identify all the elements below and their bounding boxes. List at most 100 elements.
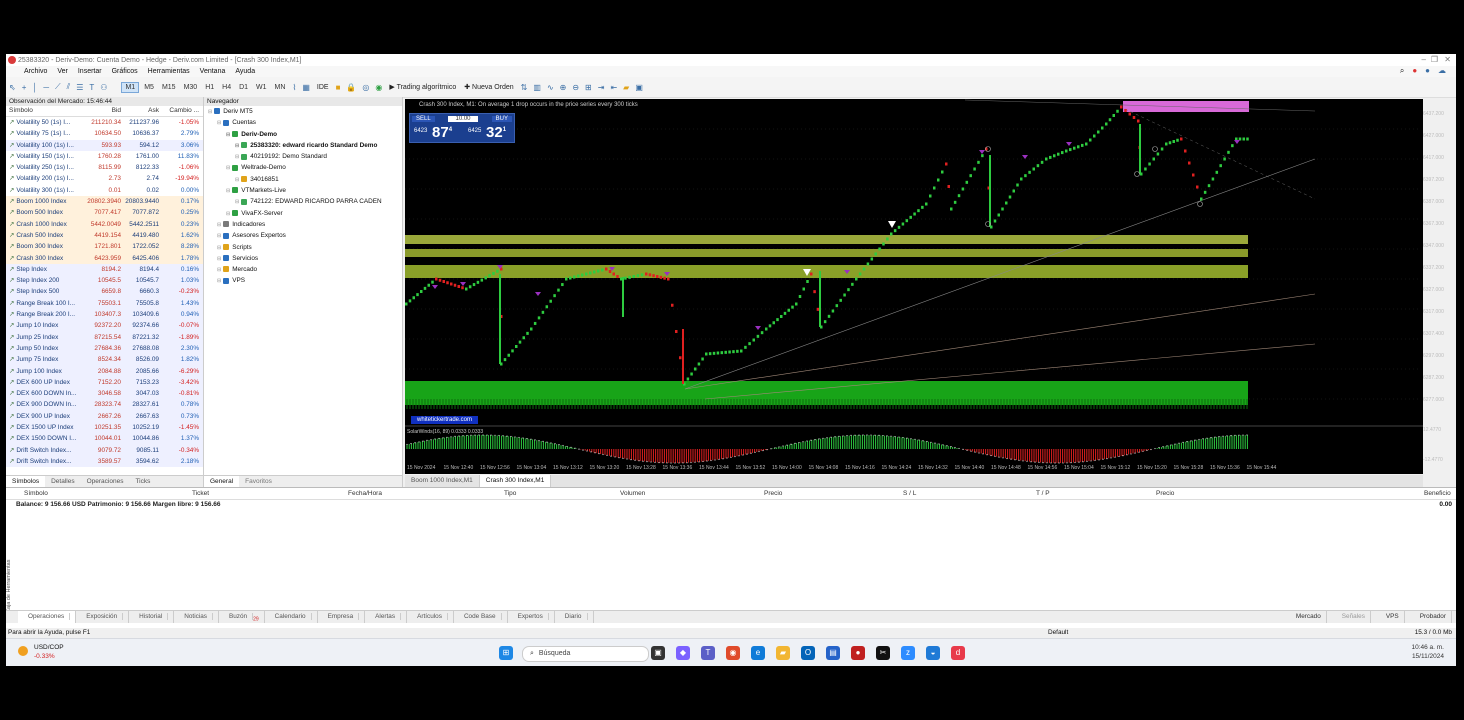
terminal-tab-6[interactable]: Empresa — [318, 611, 366, 623]
menu-item-4[interactable]: Herramientas — [148, 68, 190, 75]
tree-toggle-icon[interactable]: ⊟ — [226, 188, 230, 194]
navigator-tab-0[interactable]: General — [204, 476, 240, 487]
price-chart[interactable]: Crash 300 Index, M1: On average 1 drop o… — [405, 99, 1444, 474]
buy-button[interactable]: BUY — [491, 116, 512, 122]
minimize-icon[interactable]: – — [1422, 55, 1426, 64]
tree-toggle-icon[interactable]: ⊟ — [235, 199, 239, 205]
market-row[interactable]: ↗ Volatility 150 (1s) I... 1760.28 1761.00 1… — [6, 150, 203, 163]
store-icon[interactable]: ▤ — [826, 646, 840, 660]
chrome-icon[interactable]: ◉ — [726, 646, 740, 660]
tree-toggle-icon[interactable]: ⊟ — [217, 256, 221, 262]
navigator-item[interactable]: ⊟ Servicios — [204, 253, 402, 264]
algo-trading-button[interactable]: ▶ Trading algorítmico — [389, 83, 456, 91]
file-explorer-icon[interactable]: ▰ — [776, 646, 790, 660]
menu-item-2[interactable]: Insertar — [78, 68, 102, 75]
tree-toggle-icon[interactable]: ⊟ — [217, 120, 221, 126]
navigator-item[interactable]: ⊟ VTMarkets-Live — [204, 185, 402, 196]
menu-item-5[interactable]: Ventana — [200, 68, 226, 75]
cloud-icon[interactable]: ☁ — [1438, 66, 1446, 76]
tree-toggle-icon[interactable]: ⊟ — [226, 211, 230, 217]
market-watch-tab-1[interactable]: Detalles — [45, 476, 80, 487]
tree-toggle-icon[interactable]: ⊟ — [226, 132, 230, 138]
start-icon[interactable]: ⊞ — [499, 646, 513, 660]
copilot-icon[interactable]: ◆ — [676, 646, 690, 660]
mt5-taskbar-icon[interactable]: ◒ — [926, 646, 940, 660]
zoom-out-icon[interactable]: ⊖ — [572, 83, 579, 92]
navigator-item[interactable]: ⊟ VivaFX-Server — [204, 208, 402, 219]
terminal-tab-7[interactable]: Alertas — [365, 611, 408, 623]
market-row[interactable]: ↗ Boom 300 Index 1721.801 1722.052 8.28% — [6, 241, 203, 253]
menu-item-0[interactable]: Archivo — [24, 68, 47, 75]
tree-toggle-icon[interactable]: ⊟ — [235, 154, 239, 160]
navigator-item[interactable]: ⊟ 34016851 — [204, 174, 402, 185]
timeframe-h1[interactable]: H1 — [202, 83, 217, 92]
navigator-item[interactable]: ⊟ Asesores Expertos — [204, 230, 402, 241]
lock-icon[interactable]: 🔒 — [346, 83, 356, 92]
tree-toggle-icon[interactable]: ⊟ — [217, 278, 221, 284]
timeframe-m1[interactable]: M1 — [121, 81, 140, 93]
market-row[interactable]: ↗ Volatility 75 (1s) I... 10634.50 10636.37… — [6, 128, 203, 140]
navigator-item[interactable]: ⊟ 25383320: edward ricardo Standard Demo — [204, 140, 402, 151]
trade-col-9[interactable]: Beneficio — [1424, 488, 1451, 499]
market-row[interactable]: ↗ Boom 1000 Index 20802.3940 20803.9440 0.17… — [6, 196, 203, 208]
trade-col-4[interactable]: Volumen — [620, 488, 645, 499]
market-row[interactable]: ↗ Jump 100 Index 2084.88 2085.66 -6.29% — [6, 365, 203, 377]
menu-item-6[interactable]: Ayuda — [235, 68, 255, 75]
tree-toggle-icon[interactable]: ⊟ — [235, 143, 239, 149]
navigator-item[interactable]: ⊟ Indicadores — [204, 219, 402, 230]
navigator-item[interactable]: ⊟ Weltrade-Demo — [204, 162, 402, 173]
timeframe-m15[interactable]: M15 — [159, 83, 179, 92]
market-row[interactable]: ↗ Crash 300 Index 6423.959 6425.406 1.78% — [6, 252, 203, 264]
market-row[interactable]: ↗ Jump 50 Index 27684.36 27688.08 2.30% — [6, 342, 203, 355]
timeframe-m30[interactable]: M30 — [181, 83, 201, 92]
tree-toggle-icon[interactable]: ⊟ — [217, 267, 221, 273]
market-row[interactable]: ↗ DEX 1500 UP Index 10251.35 10252.19 -1.45% — [6, 422, 203, 434]
col-symbol[interactable]: Símbolo — [6, 106, 83, 116]
market-row[interactable]: ↗ Boom 500 Index 7077.417 7077.872 0.25% — [6, 207, 203, 219]
terminal-tab-2[interactable]: Historial — [129, 611, 175, 623]
market-watch-tab-2[interactable]: Operaciones — [81, 476, 130, 487]
tree-toggle-icon[interactable]: ⊟ — [235, 177, 239, 183]
depth-icon[interactable]: ⇅ — [521, 83, 528, 92]
terminal-tab-10[interactable]: Expertos — [508, 611, 555, 623]
app-pink-icon[interactable]: d — [951, 646, 965, 660]
trend-line-icon[interactable]: ⟋ — [55, 82, 61, 92]
fibonacci-icon[interactable]: ☰ — [76, 83, 83, 92]
trade-col-1[interactable]: Ticket — [192, 488, 209, 499]
outlook-icon[interactable]: O — [801, 646, 815, 660]
navigator-item[interactable]: ⊟ Cuentas — [204, 117, 402, 128]
market-row[interactable]: ↗ Jump 10 Index 92372.20 92374.66 -0.07% — [6, 320, 203, 332]
trade-col-7[interactable]: T / P — [1036, 488, 1050, 499]
market-row[interactable]: ↗ Drift Switch Index... 9079.72 9085.11 -0.3… — [6, 444, 203, 456]
globe-icon[interactable]: ◉ — [375, 83, 382, 92]
account-icon[interactable]: ● — [1425, 66, 1430, 76]
chart-type-icon[interactable]: ⌇ — [292, 83, 296, 92]
trade-col-5[interactable]: Precio — [764, 488, 782, 499]
market-row[interactable]: ↗ Volatility 50 (1s) I... 211210.34 211237.… — [6, 117, 203, 129]
horizontal-line-icon[interactable]: ─ — [43, 83, 49, 92]
timeframe-d1[interactable]: D1 — [236, 83, 251, 92]
taskbar-clock[interactable]: 10:46 a. m. 15/11/2024 — [1411, 643, 1444, 661]
cursor-icon[interactable]: ⇖ — [9, 83, 16, 92]
templates-icon[interactable]: ▦ — [302, 83, 310, 92]
navigator-item[interactable]: ⊟ 40219192: Demo Standard — [204, 151, 402, 162]
market-row[interactable]: ↗ Volatility 200 (1s) I... 2.73 2.74 -19.94% — [6, 173, 203, 185]
market-row[interactable]: ↗ Crash 500 Index 4419.154 4419.480 1.62% — [6, 229, 203, 242]
notification-icon[interactable]: ● — [1412, 66, 1417, 76]
app-red-icon[interactable]: ● — [851, 646, 865, 660]
new-order-button[interactable]: ✚ Nueva Orden — [464, 83, 513, 91]
tile-icon[interactable]: ⊞ — [585, 83, 592, 92]
trade-col-6[interactable]: S / L — [903, 488, 916, 499]
search-icon[interactable]: ⌕ — [1400, 66, 1404, 76]
terminal-tab-11[interactable]: Diario — [555, 611, 594, 623]
col-bid[interactable]: Bid — [83, 106, 121, 116]
tree-toggle-icon[interactable]: ⊟ — [217, 222, 221, 228]
col-ask[interactable]: Ask — [121, 106, 159, 116]
market-row[interactable]: ↗ Volatility 100 (1s) I... 593.93 594.12 3.0… — [6, 139, 203, 151]
sell-button[interactable]: SELL — [412, 116, 435, 122]
market-row[interactable]: ↗ Drift Switch Index... 3589.57 3594.62 2.18… — [6, 455, 203, 468]
vertical-line-icon[interactable]: │ — [32, 83, 37, 92]
market-watch-tab-0[interactable]: Símbolos — [6, 476, 46, 487]
terminal-right-tab-3[interactable]: Probador — [1415, 611, 1452, 623]
market-row[interactable]: ↗ Range Break 200 I... 103407.3 103409.6 0.9… — [6, 309, 203, 321]
